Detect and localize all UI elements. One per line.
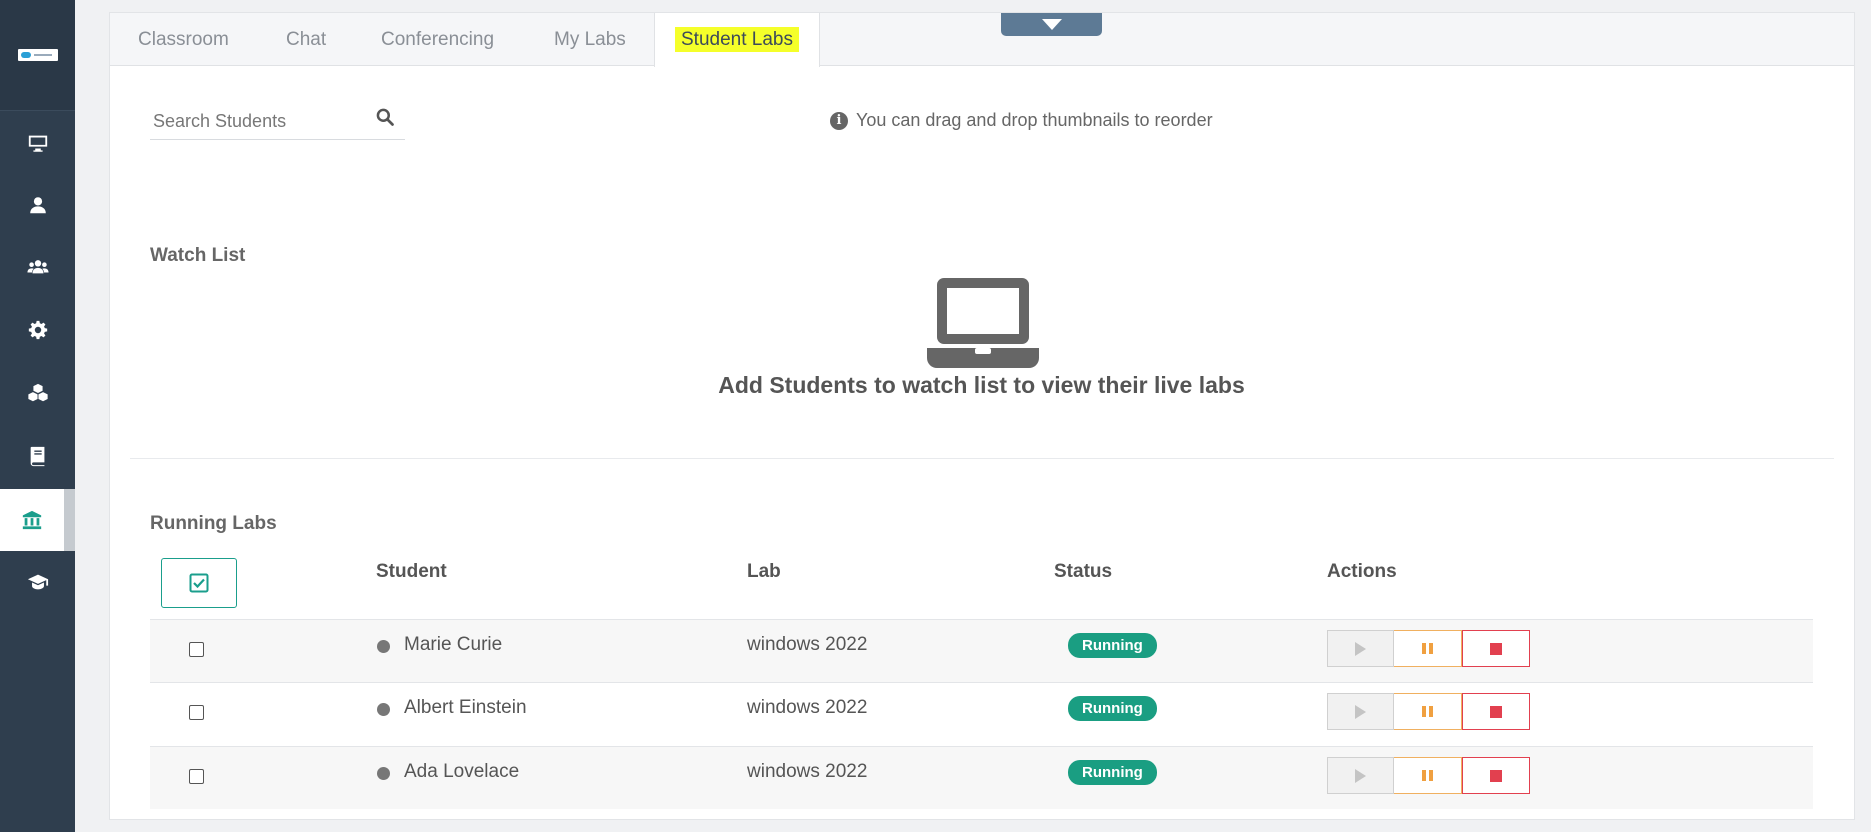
- sidebar-item-graduation[interactable]: [0, 551, 75, 613]
- search-input[interactable]: [150, 103, 360, 139]
- logo-area: [0, 0, 75, 111]
- tab-chat[interactable]: Chat: [258, 13, 354, 66]
- section-divider: [130, 458, 1834, 459]
- user-icon: [29, 197, 46, 214]
- drag-hint: i You can drag and drop thumbnails to re…: [830, 110, 1213, 131]
- search-icon[interactable]: [375, 107, 395, 127]
- row-actions: [1327, 693, 1530, 730]
- active-indicator: [64, 489, 75, 551]
- start-button[interactable]: [1327, 693, 1394, 730]
- row-actions: [1327, 757, 1530, 794]
- start-button[interactable]: [1327, 630, 1394, 667]
- sidebar-item-settings[interactable]: [0, 299, 75, 361]
- tab-bar: Classroom Chat Conferencing My Labs Stud…: [110, 13, 1854, 67]
- student-name: Marie Curie: [404, 634, 503, 655]
- institution-icon: [22, 510, 42, 530]
- pause-icon: [1422, 706, 1433, 717]
- pause-icon: [1422, 643, 1433, 654]
- users-icon: [26, 260, 49, 274]
- lab-name: windows 2022: [747, 634, 868, 655]
- start-button[interactable]: [1327, 757, 1394, 794]
- collapse-toggle-button[interactable]: [1001, 13, 1102, 36]
- row-actions: [1327, 630, 1530, 667]
- status-badge: Running: [1068, 760, 1157, 785]
- tab-classroom[interactable]: Classroom: [110, 13, 257, 66]
- sidebar-item-user[interactable]: [0, 174, 75, 236]
- column-header-lab: Lab: [747, 561, 781, 582]
- select-all-button[interactable]: [161, 558, 237, 608]
- lab-name: windows 2022: [747, 697, 868, 718]
- table-row: Albert Einstein windows 2022 Running: [150, 682, 1813, 745]
- book-icon: [30, 446, 44, 467]
- stop-button[interactable]: [1462, 693, 1530, 730]
- play-icon: [1355, 768, 1366, 783]
- row-checkbox[interactable]: [189, 769, 204, 784]
- student-name: Ada Lovelace: [404, 761, 520, 782]
- search-box: [150, 103, 405, 140]
- caret-down-icon: [1041, 19, 1062, 30]
- monitor-icon: [28, 135, 47, 152]
- tab-student-labs-label: Student Labs: [675, 27, 799, 52]
- stop-icon: [1490, 705, 1502, 718]
- sidebar-item-monitor[interactable]: [0, 112, 75, 174]
- play-icon: [1355, 641, 1366, 656]
- pause-icon: [1422, 770, 1433, 781]
- tab-student-labs[interactable]: Student Labs: [654, 13, 820, 67]
- brand-logo[interactable]: [17, 49, 58, 61]
- presence-dot: [377, 640, 390, 653]
- status-badge: Running: [1068, 696, 1157, 721]
- stop-button[interactable]: [1462, 630, 1530, 667]
- drag-hint-text: You can drag and drop thumbnails to reor…: [856, 110, 1213, 130]
- tab-my-labs[interactable]: My Labs: [526, 13, 654, 66]
- column-header-actions: Actions: [1327, 561, 1397, 582]
- watch-list-empty-message: Add Students to watch list to view their…: [718, 372, 1245, 398]
- student-name: Albert Einstein: [404, 697, 527, 718]
- sidebar-item-institution[interactable]: [0, 489, 64, 551]
- row-checkbox[interactable]: [189, 705, 204, 720]
- row-checkbox[interactable]: [189, 642, 204, 657]
- presence-dot: [377, 767, 390, 780]
- lab-name: windows 2022: [747, 761, 868, 782]
- laptop-icon: [927, 278, 1039, 368]
- column-header-student: Student: [376, 561, 447, 582]
- pause-button[interactable]: [1394, 693, 1462, 730]
- play-icon: [1355, 704, 1366, 719]
- check-square-icon: [189, 573, 209, 593]
- table-row: Ada Lovelace windows 2022 Running: [150, 746, 1813, 809]
- sidebar-item-users[interactable]: [0, 236, 75, 298]
- stop-icon: [1490, 769, 1502, 782]
- presence-dot: [377, 703, 390, 716]
- info-icon: i: [830, 111, 848, 130]
- sidebar-item-book[interactable]: [0, 425, 75, 487]
- column-header-status: Status: [1054, 561, 1113, 582]
- running-labs-title: Running Labs: [150, 513, 277, 534]
- stop-icon: [1490, 642, 1502, 655]
- watch-list-title: Watch List: [150, 245, 246, 266]
- gear-icon: [28, 320, 47, 340]
- stop-button[interactable]: [1462, 757, 1530, 794]
- status-badge: Running: [1068, 633, 1157, 658]
- table-row: Marie Curie windows 2022 Running: [150, 619, 1813, 682]
- graduation-cap-icon: [27, 574, 48, 590]
- pause-button[interactable]: [1394, 630, 1462, 667]
- tab-conferencing[interactable]: Conferencing: [353, 13, 522, 66]
- pause-button[interactable]: [1394, 757, 1462, 794]
